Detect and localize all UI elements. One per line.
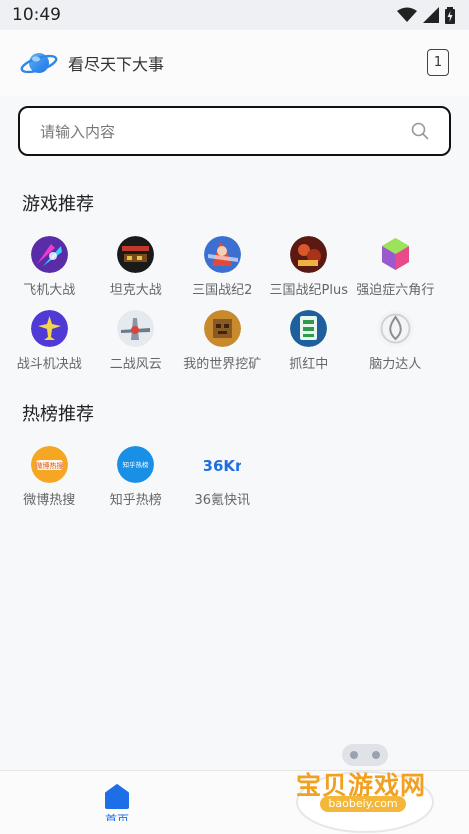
app-title: 看尽天下大事 xyxy=(68,55,165,74)
36kr-icon-text: 36Kr xyxy=(204,457,241,475)
game-item-plane-war[interactable]: 飞机大战 xyxy=(6,236,93,298)
weibo-icon-text: 微博热搜 xyxy=(35,461,63,470)
wifi-icon xyxy=(397,7,417,22)
game-label: 战斗机决战 xyxy=(16,357,82,372)
ww2-icon xyxy=(117,310,155,347)
hot-label: 知乎热榜 xyxy=(109,493,162,508)
status-time: 10:49 xyxy=(12,5,61,25)
game-label: 飞机大战 xyxy=(23,283,76,298)
game-label: 坦克大战 xyxy=(109,283,162,298)
game-item-hexagon[interactable]: 强迫症六角行 xyxy=(352,236,439,298)
game-label: 三国战纪2 xyxy=(192,283,253,298)
mahjong-icon xyxy=(290,310,328,347)
tab-count-button[interactable]: 1 xyxy=(427,49,449,76)
game-item-fighter-battle[interactable]: 战斗机决战 xyxy=(6,310,93,372)
game-item-tank-war[interactable]: 坦克大战 xyxy=(93,236,180,298)
watermark-url: baobeiy.com xyxy=(320,796,406,812)
planet-logo-icon xyxy=(20,53,58,74)
game-item-sanguo-plus[interactable]: 三国战纪Plus xyxy=(266,236,353,298)
game-item-brain-master[interactable]: 脑力达人 xyxy=(352,310,439,372)
plane-war-icon xyxy=(30,236,68,273)
game-label: 脑力达人 xyxy=(369,357,422,372)
brain-master-icon xyxy=(376,310,414,347)
game-label: 抓红中 xyxy=(289,357,329,372)
fighter-battle-icon xyxy=(30,310,68,347)
game-label: 强迫症六角行 xyxy=(356,283,435,298)
game-label: 我的世界挖矿 xyxy=(183,357,262,372)
home-label: 首页 xyxy=(104,813,129,821)
game-label: 二战风云 xyxy=(109,357,162,372)
game-item-sanguo-2[interactable]: 三国战纪2 xyxy=(179,236,266,298)
search-icon[interactable] xyxy=(411,122,429,140)
hot-item-36kr[interactable]: 36Kr 36氪快讯 xyxy=(179,446,266,508)
tank-war-icon xyxy=(117,236,155,273)
hot-item-weibo[interactable]: 微博热搜 微博热搜 xyxy=(6,446,93,508)
watermark: 宝贝游戏网 baobeiy.com xyxy=(290,744,440,834)
36kr-icon: 36Kr xyxy=(204,457,241,475)
game-label: 三国战纪Plus xyxy=(269,283,348,298)
search-placeholder: 请输入内容 xyxy=(40,122,116,141)
home-icon xyxy=(105,784,129,809)
sanguo-plus-icon xyxy=(290,236,328,273)
sanguo-2-icon xyxy=(203,236,241,273)
hot-item-zhihu[interactable]: 知乎热榜 知乎热榜 xyxy=(93,446,180,508)
hot-grid: 微博热搜 微博热搜 知乎热榜 知乎热榜 36Kr 36氪快讯 xyxy=(0,432,469,508)
zhihu-hot-icon: 知乎热榜 xyxy=(117,446,155,483)
hot-section-title: 热榜推荐 xyxy=(22,404,94,425)
minecraft-icon xyxy=(203,310,241,347)
hot-label: 微博热搜 xyxy=(23,493,76,508)
weibo-hot-icon: 微博热搜 xyxy=(30,446,68,483)
zhihu-icon-text: 知乎热榜 xyxy=(123,460,150,469)
game-item-ww2[interactable]: 二战风云 xyxy=(93,310,180,372)
nav-home[interactable]: 首页 xyxy=(100,783,134,821)
search-input[interactable]: 请输入内容 xyxy=(18,106,451,156)
status-bar: 10:49 xyxy=(0,0,469,30)
game-item-minecraft[interactable]: 我的世界挖矿 xyxy=(179,310,266,372)
app-header: 看尽天下大事 1 xyxy=(0,30,469,96)
games-section-title: 游戏推荐 xyxy=(22,194,94,215)
signal-icon xyxy=(423,7,439,23)
hot-label: 36氪快讯 xyxy=(194,493,251,508)
battery-icon xyxy=(445,6,455,24)
hexagon-icon xyxy=(381,238,409,270)
games-grid: 飞机大战 坦克大战 三国战纪2 三国战纪Plus 强迫症六角行 战斗机决战 二战… xyxy=(0,222,469,372)
status-icons xyxy=(397,6,455,24)
game-item-mahjong[interactable]: 抓红中 xyxy=(266,310,353,372)
